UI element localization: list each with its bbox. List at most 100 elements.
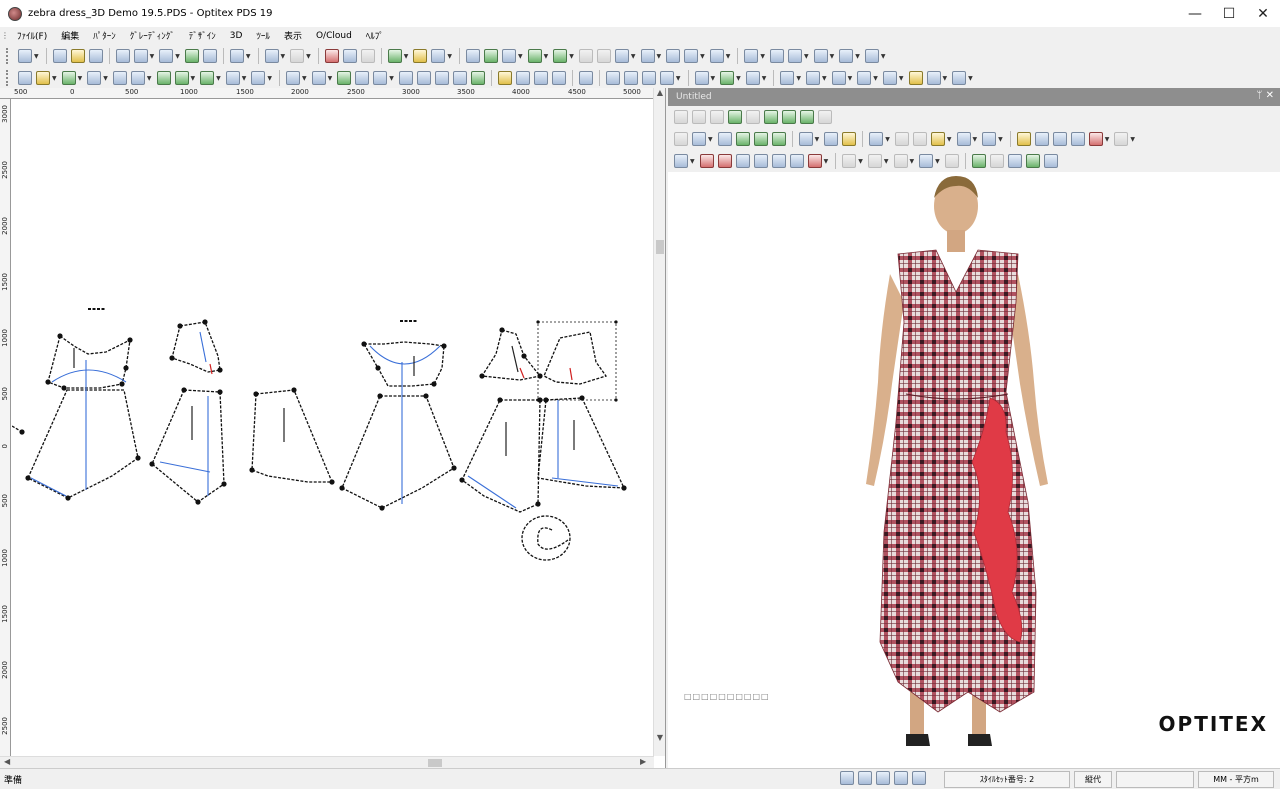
3d-viewport[interactable]: □□□□□□□□□□ OPTITEX: [668, 172, 1280, 768]
rotate-icon[interactable]: [156, 71, 171, 85]
dropdown-icon[interactable]: ▼: [760, 53, 765, 60]
dropdown-icon[interactable]: ▼: [700, 53, 705, 60]
horizontal-scrollbar[interactable]: ◀ ▶: [0, 756, 654, 768]
disabled-tool-icon[interactable]: [674, 110, 688, 124]
avatar-icon[interactable]: [717, 132, 732, 146]
dropdown-icon[interactable]: ▼: [242, 75, 247, 82]
dropdown-icon[interactable]: ▼: [762, 75, 767, 82]
shapes-icon[interactable]: [982, 132, 997, 146]
redo-icon[interactable]: [290, 49, 305, 63]
disabled-tool-icon[interactable]: [842, 154, 857, 168]
status-tool-icon[interactable]: [858, 771, 872, 785]
add-point-icon[interactable]: [61, 71, 76, 85]
disabled-tool-icon[interactable]: [867, 154, 882, 168]
menu-help[interactable]: ﾍﾙﾌﾟ: [359, 29, 391, 42]
dropdown-icon[interactable]: ▼: [302, 75, 307, 82]
disabled-tool-icon[interactable]: [944, 154, 959, 168]
menu-file[interactable]: ﾌｧｲﾙ(F): [10, 29, 54, 42]
menu-view[interactable]: 表示: [277, 29, 309, 42]
delete-icon[interactable]: [18, 71, 32, 85]
disabled-tool-icon[interactable]: [596, 49, 611, 63]
dropdown-icon[interactable]: ▼: [389, 75, 394, 82]
grid-table-icon[interactable]: [452, 71, 467, 85]
dropdown-icon[interactable]: ▼: [881, 53, 886, 60]
dropdown-icon[interactable]: ▼: [873, 75, 878, 82]
grid-table-icon[interactable]: [434, 71, 449, 85]
dropdown-icon[interactable]: ▼: [858, 158, 863, 165]
save-icon[interactable]: [88, 49, 103, 63]
disabled-tool-icon[interactable]: [746, 110, 760, 124]
shirt-icon[interactable]: [1114, 132, 1129, 146]
circle-tool-icon[interactable]: [709, 49, 724, 63]
smooth-icon[interactable]: [174, 71, 189, 85]
plot-icon[interactable]: [133, 49, 148, 63]
status-tool-icon[interactable]: [894, 771, 908, 785]
monitor-icon[interactable]: [745, 71, 760, 85]
undo-icon[interactable]: [264, 49, 279, 63]
pattern-piece-sleeve-2[interactable]: [480, 329, 542, 381]
layer-icon[interactable]: [842, 132, 857, 146]
dropdown-icon[interactable]: ▼: [711, 75, 716, 82]
dropdown-icon[interactable]: ▼: [973, 136, 978, 143]
menu-ocloud[interactable]: O/Cloud: [309, 31, 359, 41]
check-icon[interactable]: [1007, 154, 1022, 168]
status-tool-icon[interactable]: [840, 771, 854, 785]
select-arrow-icon[interactable]: [18, 49, 32, 63]
triangle-tool-icon[interactable]: [251, 71, 266, 85]
texture-icon[interactable]: [699, 154, 714, 168]
house-icon[interactable]: [311, 71, 326, 85]
measure-tape-icon[interactable]: [578, 71, 593, 85]
scroll-up-icon[interactable]: ▲: [654, 88, 666, 97]
dropdown-icon[interactable]: ▼: [267, 75, 272, 82]
seam-icon[interactable]: [813, 49, 828, 63]
triangle-icon[interactable]: [484, 49, 498, 63]
excel-icon[interactable]: [184, 49, 199, 63]
render-icon[interactable]: [692, 132, 706, 146]
points-icon[interactable]: [694, 71, 709, 85]
pattern-piece-skirt-6[interactable]: [537, 397, 626, 489]
stitch-icon[interactable]: [882, 71, 897, 85]
dropdown-icon[interactable]: ▼: [815, 136, 820, 143]
pen-icon[interactable]: [36, 71, 50, 85]
dropdown-icon[interactable]: ▼: [175, 53, 180, 60]
wave-icon[interactable]: [952, 71, 967, 85]
plotter-icon[interactable]: [551, 71, 566, 85]
mirror-icon[interactable]: [666, 49, 681, 63]
mannequin-icon[interactable]: [930, 132, 945, 146]
cube-icon[interactable]: [771, 154, 786, 168]
camera-icon[interactable]: [869, 132, 884, 146]
cube-icon[interactable]: [735, 154, 750, 168]
dropdown-icon[interactable]: ▼: [150, 53, 155, 60]
maximize-button[interactable]: ☐: [1212, 0, 1246, 27]
dropdown-icon[interactable]: ▼: [191, 75, 196, 82]
pin-icon[interactable]: ᛘ: [1256, 90, 1262, 101]
parallel-icon[interactable]: [225, 71, 240, 85]
properties-icon[interactable]: [202, 49, 217, 63]
funnel-icon[interactable]: [780, 71, 795, 85]
dropdown-icon[interactable]: ▼: [34, 53, 39, 60]
table-icon[interactable]: [398, 71, 413, 85]
rotate-piece-icon[interactable]: [788, 49, 802, 63]
dropdown-icon[interactable]: ▼: [518, 53, 523, 60]
print-icon[interactable]: [115, 49, 130, 63]
zoom-icon[interactable]: [229, 49, 244, 63]
curve-icon[interactable]: [130, 71, 145, 85]
dropdown-icon[interactable]: ▼: [216, 75, 221, 82]
grid-view-icon[interactable]: [1070, 132, 1085, 146]
pattern-piece-skirt-5[interactable]: [461, 399, 541, 513]
fit-icon[interactable]: [824, 132, 839, 146]
measure-icon[interactable]: [527, 49, 542, 63]
close-button[interactable]: ✕: [1246, 0, 1280, 27]
piece-tool-icon[interactable]: [387, 49, 402, 63]
export-icon[interactable]: [159, 49, 174, 63]
page-icon[interactable]: [659, 71, 674, 85]
crosshair-icon[interactable]: [831, 71, 846, 85]
sphere-gray-icon[interactable]: [989, 154, 1004, 168]
pattern-canvas[interactable]: [12, 100, 654, 756]
landscape-icon[interactable]: [1025, 154, 1040, 168]
dropdown-icon[interactable]: ▼: [804, 53, 809, 60]
disabled-tool-icon[interactable]: [818, 110, 832, 124]
align-icon[interactable]: [112, 71, 127, 85]
dropdown-icon[interactable]: ▼: [822, 75, 827, 82]
dropdown-icon[interactable]: ▼: [855, 53, 860, 60]
